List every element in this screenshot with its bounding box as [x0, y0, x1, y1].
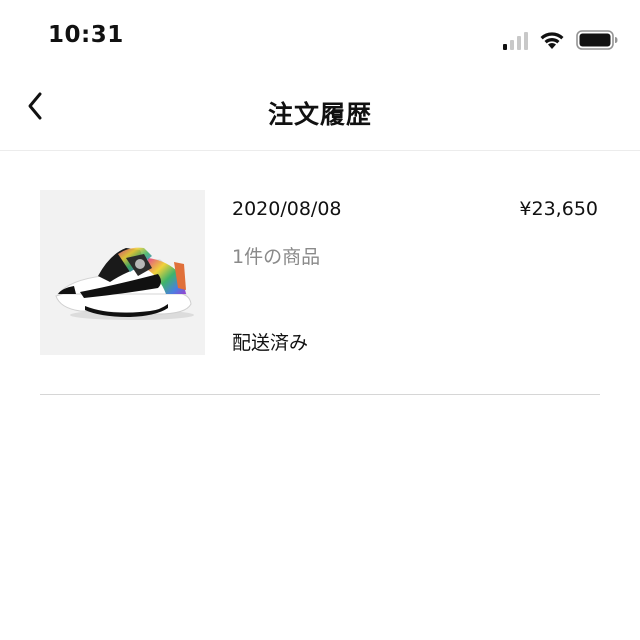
sneaker-product-image	[55, 247, 194, 320]
order-price: ¥23,650	[519, 198, 598, 220]
order-date: 2020/08/08	[232, 198, 342, 220]
list-divider	[40, 394, 600, 395]
product-thumbnail	[40, 190, 205, 355]
status-time: 10:31	[48, 22, 124, 48]
nav-header: 注文履歴	[0, 80, 640, 151]
status-icons	[503, 28, 618, 50]
page-title: 注文履歴	[267, 100, 372, 129]
cellular-signal-icon	[503, 30, 528, 50]
order-status: 配送済み	[232, 332, 309, 354]
order-list-item[interactable]: 2020/08/08 ¥23,650 1件の商品 配送済み	[40, 190, 600, 355]
order-history-screen: 10:31 注文履歴 2020/08/08 ¥23,650 1件の商品 配送済み	[0, 0, 640, 640]
status-bar: 10:31	[0, 0, 640, 80]
order-item-count: 1件の商品	[232, 246, 321, 268]
wifi-icon	[538, 30, 566, 50]
battery-icon	[576, 30, 618, 50]
